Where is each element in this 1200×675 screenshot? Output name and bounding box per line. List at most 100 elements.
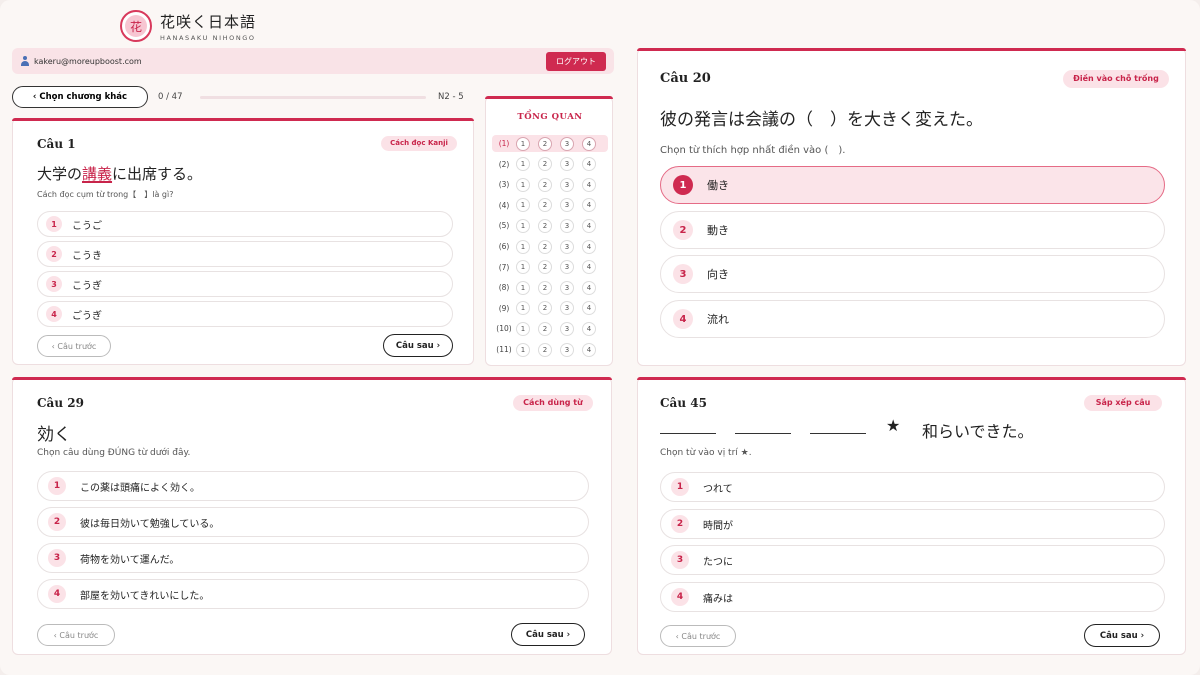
overview-choice-circle[interactable]: 4 (582, 239, 596, 254)
overview-choice-circle[interactable]: 4 (582, 177, 596, 192)
overview-choice-circle[interactable]: 2 (538, 198, 552, 213)
answer-option-2[interactable]: 2 時間が (660, 509, 1165, 539)
answer-option-3[interactable]: 3 たつに (660, 545, 1165, 575)
overview-choice-circle[interactable]: 4 (582, 301, 596, 316)
answer-option-2[interactable]: 2 こうき (37, 241, 453, 267)
overview-choice-circle[interactable]: 1 (516, 177, 530, 192)
overview-choice-circle[interactable]: 4 (582, 321, 596, 336)
overview-choice-circle[interactable]: 1 (516, 260, 530, 275)
overview-question-label[interactable]: (5) (492, 221, 516, 230)
overview-choice-circle[interactable]: 2 (538, 157, 552, 172)
overview-choice-circle[interactable]: 1 (516, 136, 530, 151)
question-number: Câu 1 (37, 137, 76, 151)
answer-option-1[interactable]: 1 つれて (660, 472, 1165, 502)
overview-choice-circle[interactable]: 2 (538, 218, 552, 233)
brand-logo[interactable]: 花 花咲く日本語 HANASAKU NIHONGO (120, 10, 256, 42)
overview-choice-circle[interactable]: 1 (516, 321, 530, 336)
answer-option-4[interactable]: 4 痛みは (660, 582, 1165, 612)
logout-button[interactable]: ログアウト (546, 51, 606, 71)
overview-choice-circle[interactable]: 3 (560, 136, 574, 151)
answer-option-4[interactable]: 4 流れ (660, 300, 1165, 338)
overview-choice-circle[interactable]: 3 (560, 260, 574, 275)
option-number: 2 (48, 513, 66, 531)
overview-choice-circle[interactable]: 4 (582, 157, 596, 172)
overview-choice-circle[interactable]: 3 (560, 177, 574, 192)
choose-chapter-button[interactable]: ‹ Chọn chương khác (12, 86, 148, 108)
answer-option-3[interactable]: 3 荷物を効いて運んだ。 (37, 543, 589, 573)
overview-choice-circle[interactable]: 2 (538, 280, 552, 295)
answer-option-3[interactable]: 3 向き (660, 255, 1165, 293)
overview-question-label[interactable]: (10) (492, 324, 516, 333)
previous-question-button[interactable]: ‹ Câu trước (660, 625, 736, 647)
overview-choice-circle[interactable]: 4 (582, 218, 596, 233)
question-text: 和らいできた。 (922, 422, 1034, 441)
answer-option-2[interactable]: 2 彼は毎日効いて勉強している。 (37, 507, 589, 537)
overview-row: (2) 1 2 3 4 (492, 156, 608, 173)
overview-choice-circle[interactable]: 1 (516, 239, 530, 254)
option-number: 1 (46, 216, 62, 232)
overview-row: (1) 1 2 3 4 (492, 135, 608, 152)
overview-choice-circle[interactable]: 3 (560, 218, 574, 233)
overview-choice-circle[interactable]: 4 (582, 136, 596, 151)
overview-question-label[interactable]: (7) (492, 263, 516, 272)
previous-question-button[interactable]: ‹ Câu trước (37, 624, 115, 646)
overview-choice-circle[interactable]: 4 (582, 260, 596, 275)
answer-option-1[interactable]: 1 この薬は頭痛によく効く。 (37, 471, 589, 501)
overview-choice-circle[interactable]: 2 (538, 136, 552, 151)
overview-question-label[interactable]: (9) (492, 304, 516, 313)
answer-option-4[interactable]: 4 ごうぎ (37, 301, 453, 327)
overview-question-label[interactable]: (2) (492, 160, 516, 169)
question-card-20: Câu 20 Điền vào chỗ trống 彼の発言は会議の（ ）を大き… (637, 48, 1186, 366)
overview-choice-circle[interactable]: 3 (560, 239, 574, 254)
overview-choice-circle[interactable]: 1 (516, 301, 530, 316)
answer-option-3[interactable]: 3 こうぎ (37, 271, 453, 297)
overview-choice-circle[interactable]: 2 (538, 260, 552, 275)
next-question-button[interactable]: Câu sau › (511, 623, 585, 646)
option-text: 部屋を効いてきれいにした。 (80, 590, 210, 602)
overview-choice-circle[interactable]: 3 (560, 342, 574, 357)
overview-question-label[interactable]: (1) (492, 139, 516, 148)
next-question-button[interactable]: Câu sau › (1084, 624, 1160, 647)
overview-choice-circle[interactable]: 4 (582, 280, 596, 295)
overview-choice-circle[interactable]: 4 (582, 198, 596, 213)
overview-panel: TỔNG QUAN (1) 1 2 3 4 (2) 1 2 3 4 (3) 1 2 3 4 (4) 1 2 3 4 (5… (485, 96, 613, 366)
overview-choice-circle[interactable]: 4 (582, 342, 596, 357)
overview-choice-circle[interactable]: 3 (560, 321, 574, 336)
overview-question-label[interactable]: (4) (492, 201, 516, 210)
option-number: 4 (671, 588, 689, 606)
option-number: 1 (671, 478, 689, 496)
answer-option-1[interactable]: 1 こうご (37, 211, 453, 237)
option-text: こうぎ (72, 280, 102, 292)
overview-question-label[interactable]: (8) (492, 283, 516, 292)
overview-question-label[interactable]: (6) (492, 242, 516, 251)
option-text: ごうぎ (72, 310, 102, 322)
answer-option-4[interactable]: 4 部屋を効いてきれいにした。 (37, 579, 589, 609)
overview-choice-circle[interactable]: 2 (538, 342, 552, 357)
overview-choice-circle[interactable]: 1 (516, 218, 530, 233)
next-question-button[interactable]: Câu sau › (383, 334, 453, 357)
overview-choice-circle[interactable]: 2 (538, 321, 552, 336)
overview-choice-circle[interactable]: 1 (516, 157, 530, 172)
overview-question-label[interactable]: (3) (492, 180, 516, 189)
overview-question-label[interactable]: (11) (492, 345, 516, 354)
option-number: 4 (48, 585, 66, 603)
overview-choice-circle[interactable]: 2 (538, 239, 552, 254)
question-card-45: Câu 45 Sắp xếp câu ★ 和らいできた。 Chọn từ vào… (637, 377, 1186, 655)
brand-name-en: HANASAKU NIHONGO (160, 33, 256, 42)
overview-choice-circle[interactable]: 3 (560, 157, 574, 172)
question-hint: Chọn từ vào vị trí ★. (660, 448, 752, 458)
overview-choice-circle[interactable]: 1 (516, 280, 530, 295)
option-text: こうご (72, 220, 102, 232)
answer-option-1[interactable]: 1 働き (660, 166, 1165, 204)
overview-choice-circle[interactable]: 2 (538, 177, 552, 192)
overview-choice-circle[interactable]: 1 (516, 342, 530, 357)
overview-choice-circle[interactable]: 3 (560, 280, 574, 295)
overview-choice-circle[interactable]: 3 (560, 198, 574, 213)
answer-option-2[interactable]: 2 動き (660, 211, 1165, 249)
overview-choice-circle[interactable]: 1 (516, 198, 530, 213)
previous-question-button[interactable]: ‹ Câu trước (37, 335, 111, 357)
option-text: 荷物を効いて運んだ。 (80, 554, 180, 566)
option-number: 2 (46, 246, 62, 262)
overview-choice-circle[interactable]: 3 (560, 301, 574, 316)
overview-choice-circle[interactable]: 2 (538, 301, 552, 316)
